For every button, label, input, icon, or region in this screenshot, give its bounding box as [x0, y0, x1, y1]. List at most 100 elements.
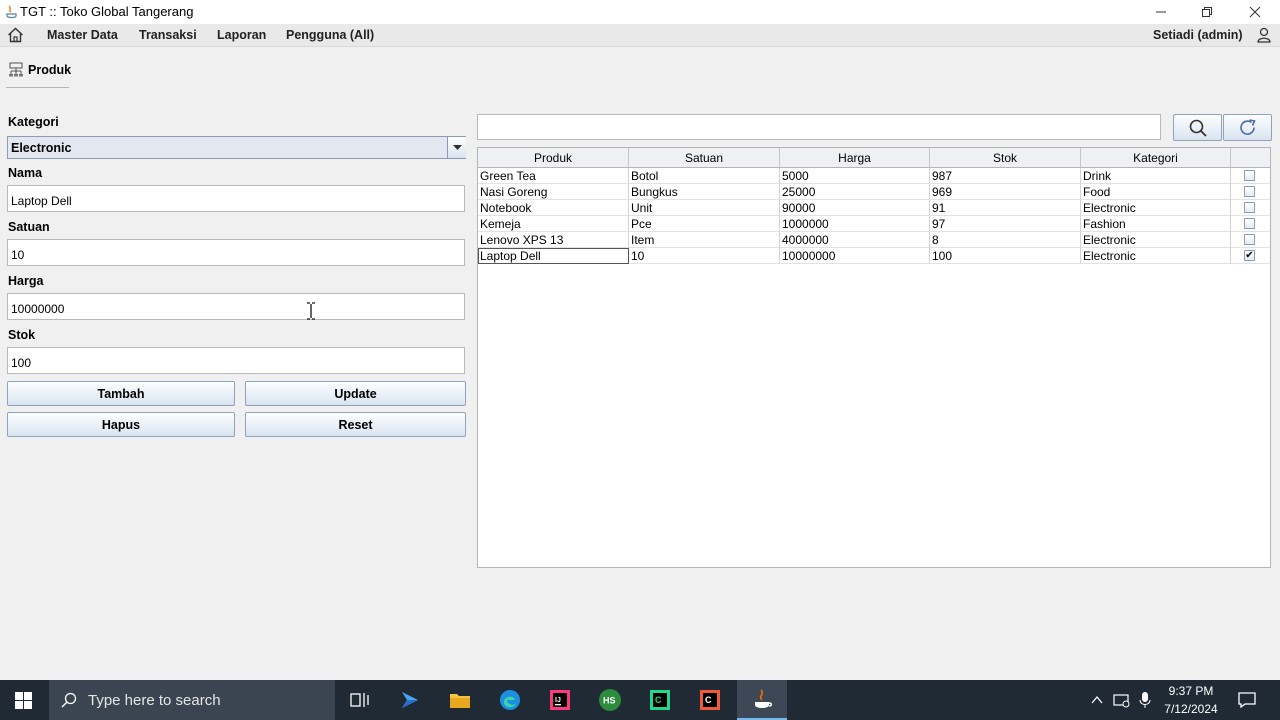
reset-button[interactable]: Reset [245, 412, 466, 437]
cell-harga[interactable]: 4000000 [780, 232, 930, 248]
search-input[interactable] [477, 114, 1161, 140]
table-row[interactable]: Notebook Unit 90000 91 Electronic [478, 200, 1270, 216]
cell-select[interactable] [1231, 216, 1270, 232]
menu-user[interactable]: Setiadi (admin) [1153, 28, 1243, 42]
windows-start-icon[interactable] [15, 692, 32, 709]
cell-harga[interactable]: 5000 [780, 168, 930, 184]
taskbar-time[interactable]: 9:37 PM [1155, 684, 1227, 698]
cell-select[interactable] [1231, 168, 1270, 184]
close-button[interactable] [1232, 0, 1278, 24]
kategori-select[interactable]: Electronic [7, 136, 466, 159]
satuan-input[interactable]: 10 [7, 239, 465, 266]
clion-icon[interactable]: C [698, 688, 722, 712]
cell-produk[interactable]: Lenovo XPS 13 [478, 232, 629, 248]
cell-stok[interactable]: 100 [930, 248, 1081, 264]
java-icon [755, 689, 772, 708]
hapus-button[interactable]: Hapus [7, 412, 235, 437]
column-header-kategori[interactable]: Kategori [1081, 148, 1231, 168]
intellij-icon[interactable]: IJ [548, 688, 572, 712]
search-button[interactable] [1173, 114, 1222, 141]
cell-harga[interactable]: 10000000 [780, 248, 930, 264]
cell-kategori[interactable]: Drink [1081, 168, 1231, 184]
column-header-produk[interactable]: Produk [478, 148, 629, 168]
cell-satuan[interactable]: Bungkus [629, 184, 780, 200]
menu-laporan[interactable]: Laporan [217, 28, 266, 42]
update-button[interactable]: Update [245, 381, 466, 406]
cell-satuan[interactable]: Botol [629, 168, 780, 184]
cell-stok[interactable]: 8 [930, 232, 1081, 248]
cell-stok[interactable]: 91 [930, 200, 1081, 216]
edge-icon[interactable] [498, 688, 522, 712]
cell-stok[interactable]: 969 [930, 184, 1081, 200]
hs-app-icon[interactable]: HS [598, 688, 622, 712]
cell-produk[interactable]: Kemeja [478, 216, 629, 232]
pycharm-ce-icon[interactable]: C [648, 688, 672, 712]
taskbar-date[interactable]: 7/12/2024 [1155, 702, 1227, 716]
row-checkbox[interactable] [1244, 186, 1255, 197]
cell-select[interactable] [1231, 200, 1270, 216]
home-icon[interactable] [7, 27, 24, 43]
cell-produk[interactable]: Laptop Dell [478, 248, 629, 264]
cell-stok[interactable]: 987 [930, 168, 1081, 184]
harga-input[interactable]: 10000000 [7, 293, 465, 320]
cell-harga[interactable]: 1000000 [780, 216, 930, 232]
java-app-icon [6, 5, 17, 19]
chevron-up-icon[interactable] [1091, 695, 1103, 705]
cell-harga[interactable]: 90000 [780, 200, 930, 216]
cell-select[interactable]: ✔ [1231, 248, 1270, 264]
cell-satuan[interactable]: Pce [629, 216, 780, 232]
row-checkbox[interactable]: ✔ [1244, 250, 1255, 261]
row-checkbox[interactable] [1244, 218, 1255, 229]
table-row[interactable]: Nasi Goreng Bungkus 25000 969 Food [478, 184, 1270, 200]
cell-harga[interactable]: 25000 [780, 184, 930, 200]
user-icon[interactable] [1257, 27, 1271, 43]
product-table: Produk Satuan Harga Stok Kategori Green … [477, 147, 1271, 568]
table-row[interactable]: Kemeja Pce 1000000 97 Fashion [478, 216, 1270, 232]
row-checkbox[interactable] [1244, 170, 1255, 181]
table-row[interactable]: Laptop Dell 10 10000000 100 Electronic ✔ [478, 248, 1270, 264]
file-explorer-icon[interactable] [448, 688, 472, 712]
refresh-button[interactable] [1223, 114, 1272, 141]
cell-satuan[interactable]: Item [629, 232, 780, 248]
cell-kategori[interactable]: Food [1081, 184, 1231, 200]
cell-select[interactable] [1231, 184, 1270, 200]
restore-button[interactable] [1184, 0, 1230, 24]
kategori-dropdown-button[interactable] [447, 137, 466, 158]
table-row[interactable]: Lenovo XPS 13 Item 4000000 8 Electronic [478, 232, 1270, 248]
stok-input[interactable]: 100 [7, 347, 465, 374]
notification-icon[interactable] [1238, 691, 1256, 709]
nama-label: Nama [8, 166, 43, 180]
task-view-icon[interactable] [348, 688, 372, 712]
cell-produk[interactable]: Notebook [478, 200, 629, 216]
row-checkbox[interactable] [1244, 234, 1255, 245]
taskbar-search[interactable]: Type here to search [49, 680, 335, 720]
restore-icon [1202, 7, 1212, 17]
microphone-icon[interactable] [1139, 691, 1151, 709]
network-icon[interactable] [1113, 691, 1131, 709]
menu-transaksi[interactable]: Transaksi [139, 28, 197, 42]
column-header-stok[interactable]: Stok [930, 148, 1081, 168]
cell-produk[interactable]: Nasi Goreng [478, 184, 629, 200]
cell-kategori[interactable]: Electronic [1081, 200, 1231, 216]
minimize-button[interactable] [1138, 0, 1184, 24]
cell-produk[interactable]: Green Tea [478, 168, 629, 184]
column-header-harga[interactable]: Harga [780, 148, 930, 168]
power-automate-icon[interactable] [398, 688, 422, 712]
table-row[interactable]: Green Tea Botol 5000 987 Drink [478, 168, 1270, 184]
tambah-button[interactable]: Tambah [7, 381, 235, 406]
menu-pengguna[interactable]: Pengguna (All) [286, 28, 374, 42]
cell-kategori[interactable]: Electronic [1081, 232, 1231, 248]
column-header-select[interactable] [1231, 148, 1270, 168]
cell-kategori[interactable]: Electronic [1081, 248, 1231, 264]
cell-satuan[interactable]: 10 [629, 248, 780, 264]
cell-satuan[interactable]: Unit [629, 200, 780, 216]
row-checkbox[interactable] [1244, 202, 1255, 213]
nama-input[interactable]: Laptop Dell [7, 185, 465, 212]
cell-kategori[interactable]: Fashion [1081, 216, 1231, 232]
menu-master-data[interactable]: Master Data [47, 28, 118, 42]
column-header-satuan[interactable]: Satuan [629, 148, 780, 168]
cell-stok[interactable]: 97 [930, 216, 1081, 232]
cell-select[interactable] [1231, 232, 1270, 248]
taskbar-active-app[interactable] [737, 680, 787, 720]
panel-title-underline [6, 87, 69, 88]
